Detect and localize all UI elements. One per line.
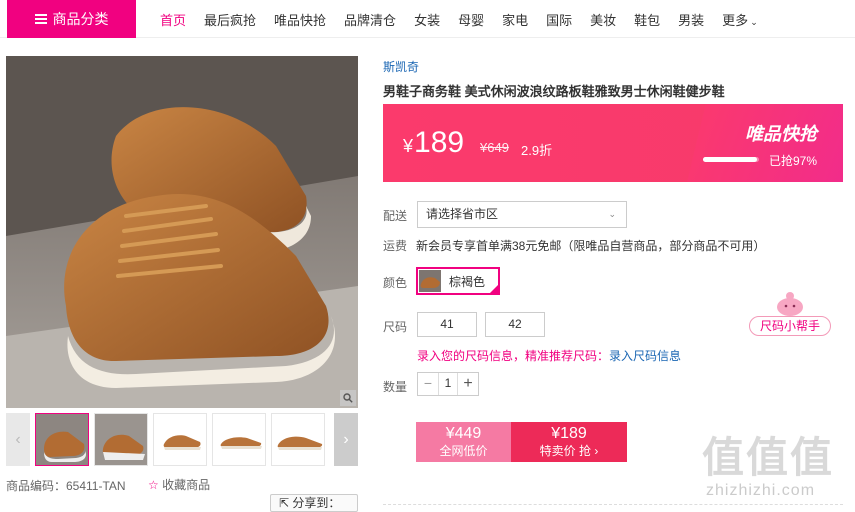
quantity-value[interactable]: 1 xyxy=(438,373,458,395)
watermark: 值值值 zhizhizhi.com xyxy=(702,424,852,504)
nav-item-last-chance[interactable]: 最后疯抢 xyxy=(204,10,256,29)
thumbnail-strip: ‹ › xyxy=(6,413,358,466)
nav-more-label: 更多 xyxy=(722,12,749,28)
buy-box: ¥449 全网低价 ¥189 特卖价 抢 › xyxy=(416,422,627,462)
size-hint-text: 录入您的尺码信息，精准推荐尺码： xyxy=(417,349,610,363)
sale-price: ¥189 xyxy=(551,425,587,442)
size-option-41[interactable]: 41 xyxy=(417,312,477,337)
nav-item-flash-sale[interactable]: 唯品快抢 xyxy=(274,10,326,29)
nav-item-appliances[interactable]: 家电 xyxy=(502,10,528,29)
quantity-stepper: − 1 + xyxy=(417,372,479,396)
buy-now-button[interactable]: ¥189 特卖价 抢 › xyxy=(511,422,627,462)
buy-now-label: 特卖价 抢 › xyxy=(539,444,599,458)
color-option-tan[interactable]: 棕褐色 xyxy=(416,267,500,295)
quantity-decrement-button[interactable]: − xyxy=(418,373,438,395)
size-helper[interactable]: 尺码小帮手 xyxy=(749,289,831,337)
nav-item-baby[interactable]: 母婴 xyxy=(458,10,484,29)
current-price: ¥189 xyxy=(403,126,464,160)
thumbnail[interactable] xyxy=(35,413,89,466)
share-icon: ⇱ xyxy=(279,496,290,510)
original-price: ¥649 xyxy=(480,140,509,155)
chevron-down-icon: ⌄ xyxy=(608,209,616,219)
thumbnail[interactable] xyxy=(94,413,148,466)
discount-rate: 2.9折 xyxy=(521,143,553,158)
watermark-logo: 值值值 xyxy=(702,434,835,481)
market-price: ¥449 xyxy=(445,425,482,442)
menu-icon xyxy=(34,14,47,24)
favorite-button[interactable]: ☆ 收藏商品 xyxy=(148,477,212,493)
product-title: 男鞋子商务鞋 美式休闲波浪纹路板鞋雅致男士休闲鞋健步鞋 xyxy=(383,84,725,99)
delivery-label: 配送 xyxy=(383,209,408,223)
thumbnail[interactable] xyxy=(153,413,207,466)
region-select-value: 请选择省市区 xyxy=(426,207,499,221)
shipping-text: 新会员专享首单满38元免邮（限唯品自营商品，部分商品不可用） xyxy=(416,239,766,253)
thumbnail[interactable] xyxy=(271,413,325,466)
category-menu-label: 商品分类 xyxy=(52,11,109,27)
price-banner: ¥189 ¥649 2.9折 唯品快抢 已抢97% xyxy=(383,104,843,182)
watermark-url: zhizhizhi.com xyxy=(706,482,816,499)
chevron-right-icon: › xyxy=(343,430,349,448)
color-swatch xyxy=(419,270,441,292)
shipping-label: 运费 xyxy=(383,239,408,253)
sold-progress-fill xyxy=(703,157,758,162)
selected-check-icon xyxy=(488,283,500,295)
color-option-label: 棕褐色 xyxy=(449,274,486,289)
size-option-42[interactable]: 42 xyxy=(485,312,545,337)
market-price-block: ¥449 全网低价 xyxy=(416,422,511,462)
nav-items: 首页 最后疯抢 唯品快抢 品牌清仓 女装 母婴 家电 国际 美妆 鞋包 男装 更… xyxy=(160,0,758,38)
nav-item-women[interactable]: 女装 xyxy=(414,10,440,29)
thumb-prev-button[interactable]: ‹ xyxy=(6,413,30,466)
market-price-label: 全网低价 xyxy=(439,444,488,458)
share-label: 分享到： xyxy=(292,496,341,510)
sold-progress-bar xyxy=(703,157,759,162)
color-label: 颜色 xyxy=(383,276,408,290)
current-price-value: 189 xyxy=(414,126,465,159)
size-hint: 录入您的尺码信息，精准推荐尺码：录入尺码信息 xyxy=(417,347,681,364)
nav-item-home[interactable]: 首页 xyxy=(160,10,186,29)
quantity-label: 数量 xyxy=(383,380,408,394)
top-nav: 商品分类 首页 最后疯抢 唯品快抢 品牌清仓 女装 母婴 家电 国际 美妆 鞋包… xyxy=(0,0,855,38)
zoom-icon[interactable] xyxy=(340,390,356,406)
size-entry-link[interactable]: 录入尺码信息 xyxy=(609,349,681,363)
flash-sale-label: 唯品快抢 xyxy=(745,124,817,144)
chevron-left-icon: ‹ xyxy=(15,430,21,448)
nav-item-beauty[interactable]: 美妆 xyxy=(590,10,616,29)
share-button[interactable]: ⇱ 分享到： xyxy=(270,494,358,512)
thumbnail[interactable] xyxy=(212,413,266,466)
nav-item-men[interactable]: 男装 xyxy=(678,10,704,29)
nav-item-international[interactable]: 国际 xyxy=(546,10,572,29)
nav-item-shoes-bags[interactable]: 鞋包 xyxy=(634,10,660,29)
star-icon: ☆ xyxy=(148,478,159,492)
brand-link[interactable]: 斯凯奇 xyxy=(383,58,419,75)
favorite-label: 收藏商品 xyxy=(162,478,211,492)
mascot-icon xyxy=(777,292,803,316)
quantity-increment-button[interactable]: + xyxy=(458,373,478,395)
size-helper-button[interactable]: 尺码小帮手 xyxy=(749,316,831,336)
category-menu-button[interactable]: 商品分类 xyxy=(7,0,136,38)
region-select[interactable]: 请选择省市区 ⌄ xyxy=(417,201,627,228)
chevron-down-icon: ⌄ xyxy=(750,16,758,27)
nav-item-brand-clearance[interactable]: 品牌清仓 xyxy=(344,10,396,29)
thumb-next-button[interactable]: › xyxy=(334,413,358,466)
sold-progress-text: 已抢97% xyxy=(769,154,818,168)
main-product-image[interactable] xyxy=(6,56,358,408)
nav-more[interactable]: 更多 ⌄ xyxy=(722,10,758,29)
divider xyxy=(383,504,843,505)
currency-symbol: ¥ xyxy=(403,136,414,156)
product-code: 商品编码：65411-TAN xyxy=(6,479,126,493)
size-label: 尺码 xyxy=(383,320,408,334)
